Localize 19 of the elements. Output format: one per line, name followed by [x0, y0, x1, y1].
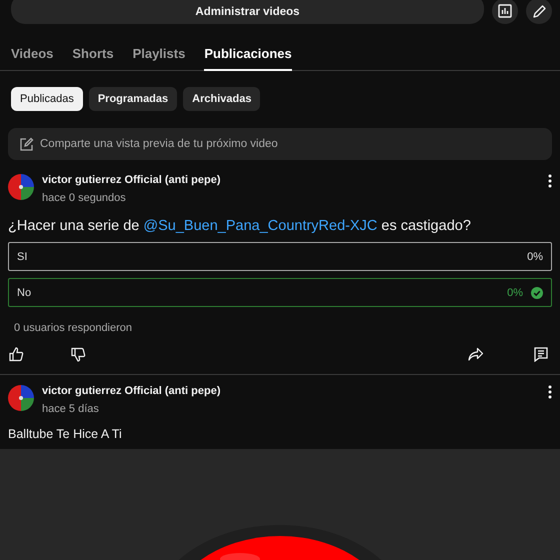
manage-videos-button[interactable]: Administrar videos — [11, 0, 484, 24]
poll-option[interactable]: SI 0% — [8, 242, 552, 271]
post-time: hace 0 segundos — [42, 192, 127, 204]
post-time: hace 5 días — [42, 403, 100, 415]
author-name: victor gutierrez Official (anti pepe) — [42, 174, 222, 186]
tab[interactable]: Videos — [11, 44, 54, 71]
post-text: Balltube Te Hice A Ti — [7, 427, 123, 441]
author-name: victor gutierrez Official (anti pepe) — [42, 385, 222, 397]
post-text: ¿Hacer una serie de @Su_Buen_Pana_CountryRed-XJC es castigado? — [7, 218, 472, 234]
tab[interactable]: Playlists — [132, 44, 186, 71]
filter-chip[interactable]: Programadas — [88, 87, 178, 111]
tab[interactable]: Publicaciones — [204, 44, 292, 71]
poll-option[interactable]: No 0% — [8, 278, 552, 307]
mention-link[interactable]: @Su_Buen_Pana_CountryRed-XJC — [143, 218, 378, 234]
filter-chip[interactable]: Archivadas — [183, 87, 260, 111]
tab[interactable]: Shorts — [72, 44, 114, 71]
filter-chip[interactable]: Publicadas — [11, 87, 83, 111]
respondent-count: 0 usuarios respondieron — [13, 321, 134, 334]
post-composer-field[interactable]: Comparte una vista previa de tu próximo video — [8, 128, 552, 160]
